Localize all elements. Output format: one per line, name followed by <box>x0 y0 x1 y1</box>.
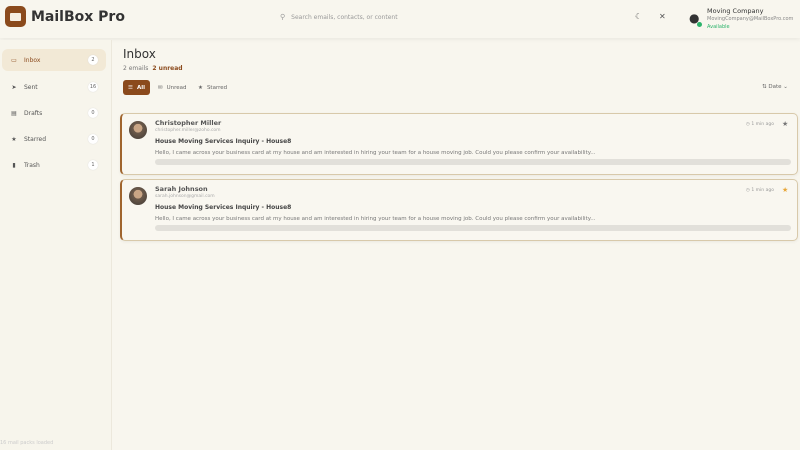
filter-label: Unread <box>166 84 187 91</box>
count-badge: 16 <box>88 82 98 92</box>
sidebar-item-inbox[interactable]: ▭ Inbox 2 <box>2 49 106 71</box>
filter-starred[interactable]: ★ Starred <box>193 80 232 95</box>
time-text: 1 min ago <box>751 188 774 193</box>
sidebar-item-label: Sent <box>24 83 38 91</box>
sidebar: ▭ Inbox 2 ➤ Sent 16 ▤ Drafts 0 ★ Starred 0 ▮ Tras… <box>0 40 112 450</box>
inbox-summary: 2 emails 2 unread <box>123 65 183 72</box>
star-icon: ★ <box>11 135 17 143</box>
inbox-icon: ▭ <box>11 56 17 64</box>
online-status-dot <box>697 22 702 27</box>
send-icon: ➤ <box>11 83 17 91</box>
sort-icon: ⇅ <box>762 84 767 90</box>
count-badge: 0 <box>88 108 98 118</box>
sidebar-item-label: Inbox <box>24 56 41 64</box>
sort-label: Date <box>768 84 782 90</box>
draft-icon: ▤ <box>11 109 17 117</box>
unread-count: 2 unread <box>152 65 183 72</box>
email-preview: Hello, I came across your business card … <box>155 216 596 222</box>
app-title: MailBox Pro <box>31 9 125 25</box>
avatar <box>129 187 147 205</box>
timestamp: ◷ 1 min ago <box>746 122 774 127</box>
time-text: 1 min ago <box>751 122 774 127</box>
star-toggle-icon[interactable]: ★ <box>782 120 788 128</box>
clock-icon: ◷ <box>746 122 750 127</box>
email-item[interactable]: Sarah Johnson sarah.johnson@gmail.com Ho… <box>120 179 798 241</box>
sidebar-item-label: Trash <box>24 161 40 169</box>
count-badge: 1 <box>88 160 98 170</box>
email-subject: House Moving Services Inquiry - House8 <box>155 204 292 211</box>
user-email: MovingCompany@MailBoxPro.com <box>707 16 794 22</box>
star-icon: ★ <box>198 84 203 91</box>
email-count: 2 emails <box>123 65 149 72</box>
search-input[interactable]: ⚲ Search emails, contacts, or content <box>280 8 480 26</box>
user-profile[interactable]: ● Moving Company MovingCompany@MailBoxPr… <box>684 5 800 33</box>
close-icon[interactable]: ✕ <box>659 12 666 21</box>
filter-unread[interactable]: ✉ Unread <box>153 80 192 95</box>
page-title: Inbox <box>123 47 156 61</box>
sidebar-item-label: Starred <box>24 135 47 143</box>
mail-logo-icon <box>5 6 26 27</box>
sidebar-item-drafts[interactable]: ▤ Drafts 0 <box>2 102 106 124</box>
email-preview: Hello, I came across your business card … <box>155 150 596 156</box>
filter-label: Starred <box>206 84 228 91</box>
preview-bar <box>155 225 791 231</box>
top-header: MailBox Pro ⚲ Search emails, contacts, o… <box>0 0 800 38</box>
clock-icon: ◷ <box>746 188 750 193</box>
sort-dropdown[interactable]: ⇅ Date ⌄ <box>762 84 788 90</box>
email-subject: House Moving Services Inquiry - House8 <box>155 138 292 145</box>
search-icon: ⚲ <box>280 13 286 21</box>
sidebar-item-starred[interactable]: ★ Starred 0 <box>2 128 106 150</box>
search-placeholder: Search emails, contacts, or content <box>291 13 398 21</box>
count-badge: 0 <box>88 134 98 144</box>
sidebar-item-sent[interactable]: ➤ Sent 16 <box>2 76 106 98</box>
filter-all[interactable]: ☰ All <box>123 80 150 95</box>
user-name: Moving Company <box>707 7 764 15</box>
filter-label: All <box>136 84 145 91</box>
moon-icon[interactable]: ☾ <box>635 12 642 21</box>
sender-name: Christopher Miller <box>155 119 222 127</box>
count-badge: 2 <box>88 55 98 65</box>
trash-icon: ▮ <box>12 161 16 169</box>
sender-email: sarah.johnson@gmail.com <box>155 194 215 199</box>
chevron-down-icon: ⌄ <box>783 84 788 90</box>
list-icon: ☰ <box>128 84 133 91</box>
sender-email: christopher.miller@zoho.com <box>155 128 221 133</box>
email-item[interactable]: Christopher Miller christopher.miller@zo… <box>120 113 798 175</box>
avatar <box>129 121 147 139</box>
preview-bar <box>155 159 791 165</box>
timestamp: ◷ 1 min ago <box>746 188 774 193</box>
sender-name: Sarah Johnson <box>155 185 208 193</box>
star-toggle-icon[interactable]: ★ <box>782 186 788 194</box>
status-footer: 16 mail packs loaded <box>0 440 54 446</box>
user-status: Available <box>707 24 730 30</box>
sidebar-item-label: Drafts <box>24 109 43 117</box>
sidebar-item-trash[interactable]: ▮ Trash 1 <box>2 154 106 176</box>
envelope-icon: ✉ <box>158 84 163 91</box>
